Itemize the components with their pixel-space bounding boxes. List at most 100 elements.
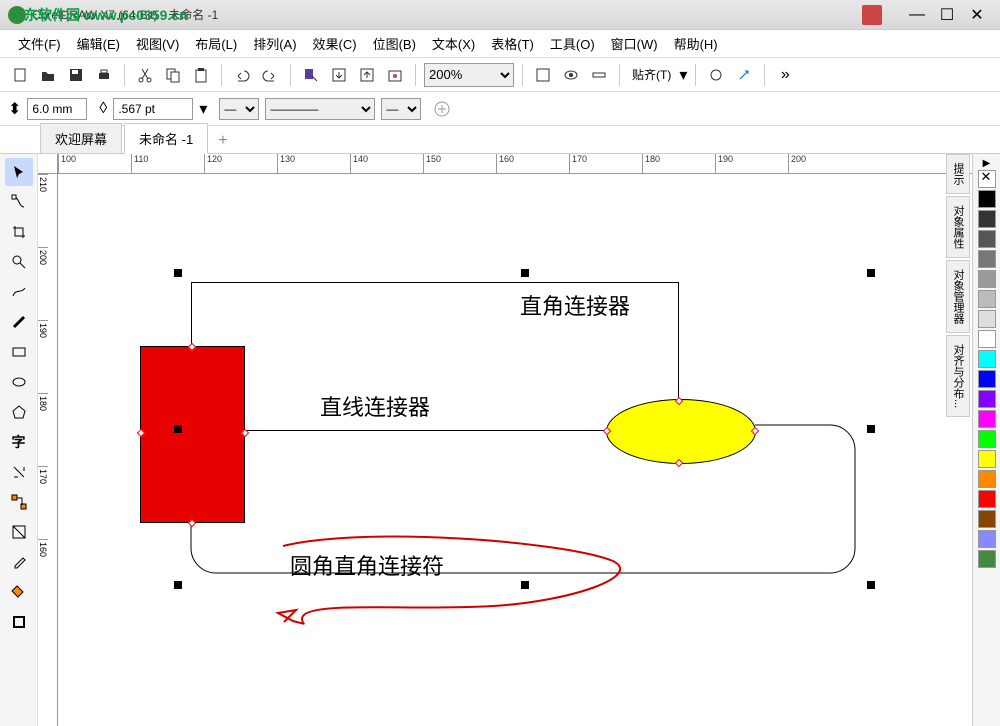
copy-button[interactable]: [161, 63, 185, 87]
menu-text[interactable]: 文本(X): [424, 30, 483, 57]
interactive-tool[interactable]: [5, 518, 33, 546]
zoom-tool[interactable]: [5, 248, 33, 276]
handle-icon[interactable]: [867, 269, 875, 277]
color-swatch[interactable]: [978, 230, 996, 248]
color-swatch[interactable]: [978, 430, 996, 448]
outline-dropdown-icon[interactable]: ▾: [199, 99, 207, 119]
eyedropper-tool[interactable]: [5, 548, 33, 576]
handle-icon[interactable]: [174, 581, 182, 589]
snap-dropdown-icon[interactable]: ▾: [679, 65, 687, 85]
canvas[interactable]: 直角连接器 直线连接器 圆角直角连接符: [58, 174, 1000, 726]
menu-window[interactable]: 窗口(W): [603, 30, 666, 57]
color-swatch[interactable]: [978, 350, 996, 368]
menu-arrange[interactable]: 排列(A): [245, 30, 304, 57]
freehand-tool[interactable]: [5, 278, 33, 306]
shape-tool[interactable]: [5, 188, 33, 216]
color-swatch[interactable]: [978, 410, 996, 428]
maximize-button[interactable]: ☐: [932, 5, 962, 25]
ruler-corner[interactable]: [38, 154, 58, 174]
start-arrow-select[interactable]: —: [219, 98, 259, 120]
close-button[interactable]: ✕: [962, 5, 992, 25]
connector-tool[interactable]: [5, 488, 33, 516]
ellipse-tool[interactable]: [5, 368, 33, 396]
open-button[interactable]: [36, 63, 60, 87]
vertical-ruler[interactable]: 210 200 190 180 170 160: [38, 174, 58, 726]
right-angle-connector-h[interactable]: [191, 282, 678, 283]
palette-arrow-icon[interactable]: ▶: [983, 158, 991, 169]
rulers-button[interactable]: [587, 63, 611, 87]
handle-icon[interactable]: [521, 269, 529, 277]
menu-layout[interactable]: 布局(L): [187, 30, 245, 57]
redo-button[interactable]: [258, 63, 282, 87]
paste-button[interactable]: [189, 63, 213, 87]
artistic-tool[interactable]: [5, 308, 33, 336]
pick-tool[interactable]: [5, 158, 33, 186]
menu-tools[interactable]: 工具(O): [542, 30, 603, 57]
docker-object-manager[interactable]: 对象管理器: [946, 260, 970, 333]
color-swatch[interactable]: [978, 470, 996, 488]
menu-table[interactable]: 表格(T): [483, 30, 542, 57]
overflow-button[interactable]: »: [773, 63, 797, 87]
launch-button[interactable]: [732, 63, 756, 87]
color-swatch[interactable]: [978, 490, 996, 508]
tab-welcome[interactable]: 欢迎屏幕: [40, 123, 122, 153]
color-swatch[interactable]: [978, 250, 996, 268]
publish-button[interactable]: [383, 63, 407, 87]
color-swatch[interactable]: [978, 530, 996, 548]
color-swatch[interactable]: [978, 330, 996, 348]
options-button[interactable]: [704, 63, 728, 87]
docker-hints[interactable]: 提示: [946, 154, 970, 194]
docker-object-properties[interactable]: 对象属性: [946, 196, 970, 258]
text-tool[interactable]: 字: [5, 428, 33, 456]
menu-help[interactable]: 帮助(H): [666, 30, 726, 57]
color-swatch[interactable]: [978, 310, 996, 328]
search-button[interactable]: [299, 63, 323, 87]
canvas-area[interactable]: 100 110 120 130 140 150 160 170 180 190 …: [38, 154, 1000, 726]
no-color-swatch[interactable]: [978, 170, 996, 188]
color-swatch[interactable]: [978, 210, 996, 228]
tab-add-button[interactable]: +: [210, 129, 235, 153]
color-swatch[interactable]: [978, 190, 996, 208]
rectangle-tool[interactable]: [5, 338, 33, 366]
color-swatch[interactable]: [978, 550, 996, 568]
export-button[interactable]: [355, 63, 379, 87]
yellow-ellipse[interactable]: [606, 399, 756, 464]
crop-tool[interactable]: [5, 218, 33, 246]
save-button[interactable]: [64, 63, 88, 87]
color-swatch[interactable]: [978, 510, 996, 528]
right-angle-connector-v2[interactable]: [678, 282, 679, 400]
import-button[interactable]: [327, 63, 351, 87]
line-style-select[interactable]: ————: [265, 98, 375, 120]
menu-effects[interactable]: 效果(C): [305, 30, 365, 57]
user-icon[interactable]: [862, 5, 882, 25]
label-straight[interactable]: 直线连接器: [320, 390, 430, 422]
color-swatch[interactable]: [978, 270, 996, 288]
outline-width-input[interactable]: [113, 98, 193, 120]
color-swatch[interactable]: [978, 290, 996, 308]
nudge-input[interactable]: [27, 98, 87, 120]
preview-button[interactable]: [559, 63, 583, 87]
polygon-tool[interactable]: [5, 398, 33, 426]
cut-button[interactable]: [133, 63, 157, 87]
outline-tool[interactable]: [5, 608, 33, 636]
right-angle-connector[interactable]: [191, 282, 192, 347]
snap-label[interactable]: 贴齐(T): [628, 66, 675, 83]
undo-button[interactable]: [230, 63, 254, 87]
label-right-angle[interactable]: 直角连接器: [520, 289, 630, 321]
end-arrow-select[interactable]: —: [381, 98, 421, 120]
menu-file[interactable]: 文件(F): [10, 30, 69, 57]
print-button[interactable]: [92, 63, 116, 87]
fullscreen-button[interactable]: [531, 63, 555, 87]
red-rectangle[interactable]: [140, 346, 245, 523]
add-button[interactable]: [433, 100, 451, 118]
dimension-tool[interactable]: [5, 458, 33, 486]
tab-untitled[interactable]: 未命名 -1: [124, 123, 208, 154]
new-button[interactable]: [8, 63, 32, 87]
minimize-button[interactable]: —: [902, 5, 932, 25]
docker-align[interactable]: 对齐与分布...: [946, 335, 970, 417]
fill-tool[interactable]: [5, 578, 33, 606]
menu-view[interactable]: 视图(V): [128, 30, 187, 57]
color-swatch[interactable]: [978, 450, 996, 468]
zoom-select[interactable]: 200%: [424, 63, 514, 87]
handle-icon[interactable]: [174, 269, 182, 277]
